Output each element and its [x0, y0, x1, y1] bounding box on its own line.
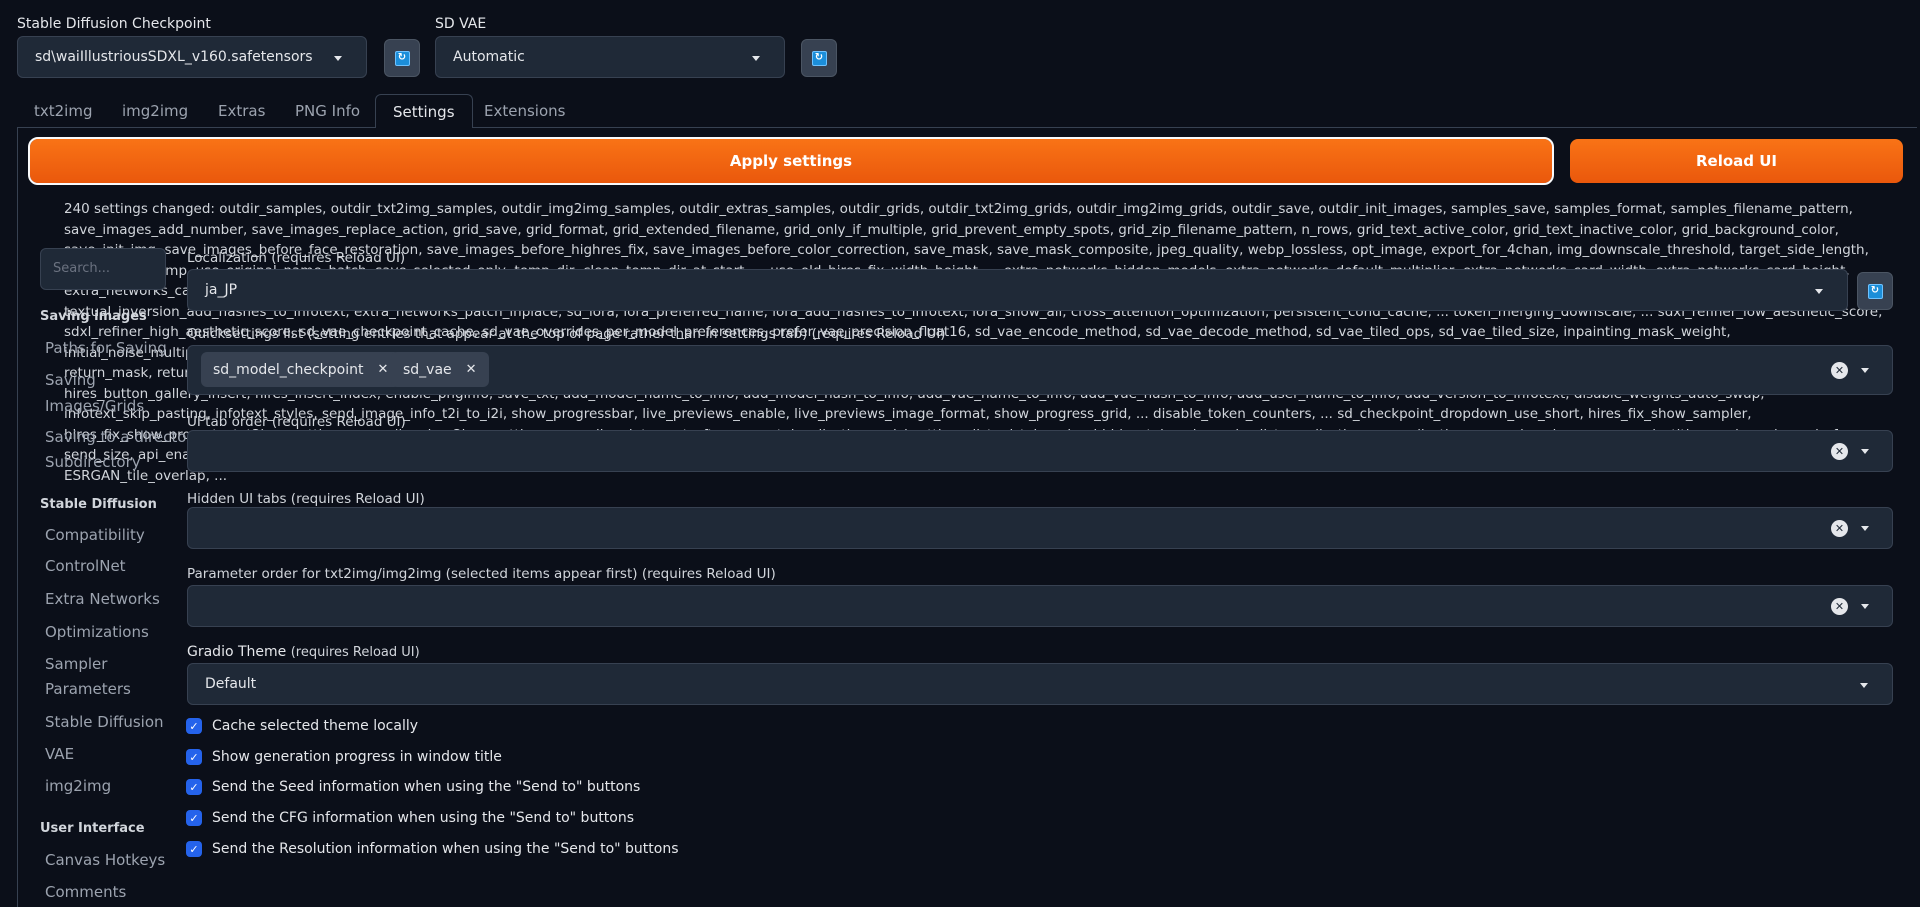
chevron-down-icon [752, 56, 760, 61]
sidebar-item-optimizations[interactable]: Optimizations [45, 623, 149, 641]
checkbox-cache-theme[interactable]: ✓ Cache selected theme locally [186, 718, 418, 734]
ui-tab-order-label: UI tab order (requires Reload UI) [187, 414, 406, 430]
localization-dropdown[interactable]: ja_JP [187, 269, 1848, 311]
sidebar-item-comments[interactable]: Comments [45, 883, 126, 901]
sidebar-item-saving[interactable]: Saving [45, 371, 96, 389]
ui-reorder-label: Parameter order for txt2img/img2img (sel… [187, 566, 776, 582]
gradio-theme-label: Gradio Theme (requires Reload UI) [187, 644, 420, 660]
gradio-theme-value: Default [205, 676, 257, 692]
refresh-vae-button[interactable]: ↻ [801, 39, 837, 77]
hidden-tabs-multiselect[interactable]: ✕ [187, 507, 1893, 549]
search-placeholder: Search... [53, 261, 111, 276]
checkpoint-dropdown[interactable]: sd\waiIllustriousSDXL_v160.safetensors [17, 36, 367, 78]
chevron-down-icon [1861, 368, 1869, 373]
checkbox-send-seed[interactable]: ✓ Send the Seed information when using t… [186, 779, 640, 795]
sidebar-section-sd: Stable Diffusion [40, 497, 157, 512]
vae-value: Automatic [453, 49, 525, 65]
tab-txt2img[interactable]: txt2img [17, 94, 109, 128]
chip-sd-vae: sd_vae ✕ [391, 352, 489, 387]
search-input[interactable]: Search... [40, 248, 166, 290]
sidebar-item-vae[interactable]: VAE [45, 745, 74, 763]
checkbox-label: Send the Resolution information when usi… [212, 841, 679, 857]
refresh-checkpoint-button[interactable]: ↻ [384, 39, 420, 77]
apply-settings-button[interactable]: Apply settings [28, 137, 1554, 185]
remove-icon[interactable]: ✕ [377, 362, 388, 377]
tab-img2img[interactable]: img2img [105, 94, 205, 128]
ui-tab-order-multiselect[interactable]: ✕ [187, 430, 1893, 472]
refresh-icon: ↻ [811, 50, 827, 66]
localization-value: ja_JP [205, 282, 238, 298]
checkbox-label: Send the Seed information when using the… [212, 779, 641, 795]
vae-dropdown[interactable]: Automatic [435, 36, 785, 78]
checkpoint-label: Stable Diffusion Checkpoint [17, 16, 211, 32]
clear-icon[interactable]: ✕ [1831, 443, 1848, 460]
hidden-tabs-label: Hidden UI tabs (requires Reload UI) [187, 491, 425, 507]
sidebar-item-stable-diffusion[interactable]: Stable Diffusion [45, 713, 164, 731]
clear-icon[interactable]: ✕ [1831, 520, 1848, 537]
tab-extensions[interactable]: Extensions [467, 94, 582, 128]
gradio-theme-dropdown[interactable]: Default [187, 663, 1893, 705]
checkmark-icon[interactable]: ✓ [186, 841, 202, 857]
gradio-theme-label-text: Gradio Theme [187, 644, 287, 660]
quicksettings-label: Quicksettings list (setting entries that… [187, 326, 946, 342]
refresh-localization-button[interactable]: ↻ [1857, 272, 1893, 310]
sidebar-item-controlnet[interactable]: ControlNet [45, 557, 126, 575]
reload-ui-button[interactable]: Reload UI [1570, 139, 1903, 183]
checkbox-send-cfg[interactable]: ✓ Send the CFG information when using th… [186, 810, 634, 826]
tab-png-info[interactable]: PNG Info [278, 94, 377, 128]
vae-label: SD VAE [435, 16, 487, 32]
tab-extras[interactable]: Extras [201, 94, 282, 128]
clear-icon[interactable]: ✕ [1831, 598, 1848, 615]
ui-reorder-multiselect[interactable]: ✕ [187, 585, 1893, 627]
checkbox-label: Send the CFG information when using the … [212, 810, 635, 826]
gradio-theme-sublabel: (requires Reload UI) [290, 645, 420, 660]
chevron-down-icon [334, 56, 342, 61]
refresh-icon: ↻ [394, 50, 410, 66]
checkbox-label: Show generation progress in window title [212, 749, 502, 765]
refresh-icon: ↻ [1867, 283, 1883, 299]
tab-settings[interactable]: Settings [375, 94, 473, 128]
chip-label: sd_model_checkpoint [213, 361, 364, 378]
checkmark-icon[interactable]: ✓ [186, 718, 202, 734]
sidebar-item-extra-networks[interactable]: Extra Networks [45, 590, 160, 608]
chip-sd-model-checkpoint: sd_model_checkpoint ✕ [201, 352, 401, 387]
chevron-down-icon [1861, 449, 1869, 454]
sidebar-section-saving: Saving images [40, 309, 147, 324]
chevron-down-icon [1861, 526, 1869, 531]
sidebar-item-compat[interactable]: Compatibility [45, 526, 145, 544]
checkmark-icon[interactable]: ✓ [186, 749, 202, 765]
localization-label: Localization (requires Reload UI) [187, 250, 406, 266]
remove-icon[interactable]: ✕ [466, 362, 477, 377]
chevron-down-icon [1815, 289, 1823, 294]
sidebar-item-img2img[interactable]: img2img [45, 777, 111, 795]
sidebar-item-canvas-hotkeys[interactable]: Canvas Hotkeys [45, 851, 165, 869]
clear-icon[interactable]: ✕ [1831, 362, 1848, 379]
chip-label: sd_vae [403, 361, 452, 378]
sidebar-item-parameters[interactable]: Parameters [45, 680, 131, 698]
checkmark-icon[interactable]: ✓ [186, 810, 202, 826]
sidebar-section-ui: User Interface [40, 821, 145, 836]
checkbox-label: Cache selected theme locally [212, 718, 419, 734]
chevron-down-icon [1860, 683, 1868, 688]
sidebar-item-paths[interactable]: Paths for Saving [45, 339, 167, 357]
chevron-down-icon [1861, 604, 1869, 609]
sidebar-item-saving-dir[interactable]: Saving to a directory [45, 428, 201, 446]
checkbox-send-resolution[interactable]: ✓ Send the Resolution information when u… [186, 841, 679, 857]
checkpoint-value: sd\waiIllustriousSDXL_v160.safetensors [35, 49, 313, 65]
checkmark-icon[interactable]: ✓ [186, 779, 202, 795]
sidebar-item-images-grids[interactable]: Images/Grids [45, 397, 144, 415]
checkbox-progress-title[interactable]: ✓ Show generation progress in window tit… [186, 749, 502, 765]
sidebar-item-subdirectory[interactable]: Subdirectory [45, 453, 141, 471]
sidebar-item-sampler[interactable]: Sampler [45, 655, 107, 673]
